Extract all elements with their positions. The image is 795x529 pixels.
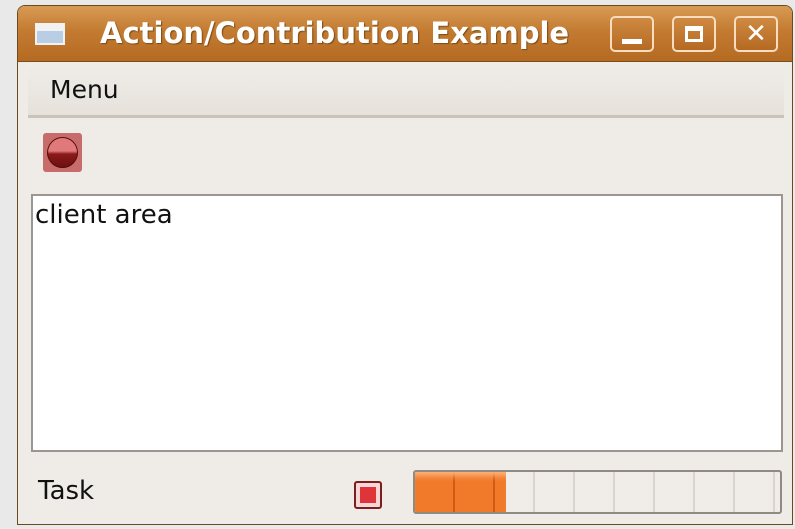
close-icon: ✕ [745, 19, 767, 49]
minimize-button[interactable] [610, 16, 654, 52]
menu-bar: Menu [28, 62, 784, 118]
task-stop-button[interactable] [354, 481, 382, 509]
task-progress-bar [413, 470, 782, 514]
client-area-text: client area [35, 200, 173, 230]
stop-icon [360, 487, 376, 503]
client-area[interactable]: client area [31, 194, 783, 452]
title-bar[interactable]: Action/Contribution Example ✕ [18, 6, 792, 62]
close-button[interactable]: ✕ [734, 16, 778, 52]
toolbar-stop-button[interactable] [43, 133, 82, 172]
window-title: Action/Contribution Example [100, 16, 570, 50]
menu-item-menu[interactable]: Menu [50, 75, 119, 104]
window-icon[interactable] [35, 23, 65, 45]
stop-icon [47, 137, 78, 168]
maximize-icon [685, 26, 703, 42]
progress-fill [415, 472, 507, 512]
minimize-icon [622, 38, 642, 44]
maximize-button[interactable] [672, 16, 716, 52]
app-window: Action/Contribution Example ✕ Menu clien… [17, 5, 793, 525]
task-label: Task [38, 476, 95, 506]
